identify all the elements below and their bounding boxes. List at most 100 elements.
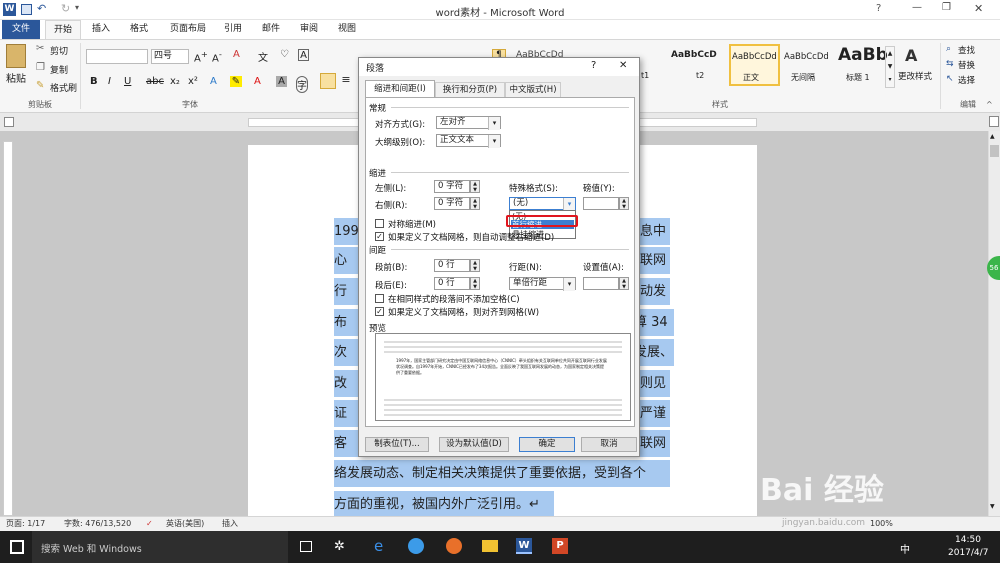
close-window-button[interactable]: ✕ [974,2,983,15]
word-counter[interactable]: 字数: 476/13,520 [64,517,131,531]
subscript-icon[interactable]: x₂ [170,76,180,87]
right-indent-input[interactable]: 0 字符 [434,197,470,210]
text-line-left[interactable]: 布了 [334,309,358,357]
right-indent-spinner[interactable]: ▲ ▼ [470,197,480,210]
tab-review[interactable]: 审阅 [292,20,326,39]
text-line-full[interactable]: 络发展动态、制定相关决策提供了重要依据，受到各个 [334,460,670,487]
dialog-close-icon[interactable]: ✕ [619,60,627,71]
tab-indents-spacing[interactable]: 缩进和间距(I) [365,80,435,97]
snap-grid-checkbox[interactable]: ✓ [375,307,384,316]
zoom-level[interactable]: 100% [870,517,893,531]
change-styles-icon[interactable]: A [905,46,923,65]
text-line-left[interactable]: 行业 [334,278,358,326]
text-effects-icon[interactable]: A [210,76,217,87]
paste-button[interactable]: 粘贴 [4,70,28,85]
format-painter-button[interactable]: 格式刷 [50,81,77,94]
collapse-ribbon-icon[interactable]: ^ [986,100,993,109]
brush-icon[interactable]: ✎ [36,80,44,91]
font-name-combo[interactable] [86,49,148,64]
text-line-left[interactable]: 证了 [334,400,358,448]
scroll-up-icon[interactable]: ▲ [990,133,995,140]
pinyin-icon[interactable]: 文 [258,49,268,64]
alignment-select[interactable]: 左对齐 ▾ [436,116,501,130]
text-line-right[interactable]: 联网 [640,430,670,457]
magnitude-input[interactable] [583,197,619,210]
char-shading-icon[interactable]: A [276,76,287,87]
text-line-right[interactable]: 动发 [640,278,670,305]
special-format-select[interactable]: (无) ▾ [509,197,576,211]
char-border-icon[interactable]: A [298,49,309,61]
text-line-left[interactable]: 次报 [334,339,358,387]
help-icon[interactable]: ? [876,3,881,14]
word-taskbar-icon[interactable]: W [516,538,532,554]
pinwheel-app-icon[interactable]: ✲ [334,539,345,554]
style-heading1-preview[interactable]: AaBb [838,45,888,65]
replace-button[interactable]: 替换 [958,59,975,71]
text-line-left[interactable]: 客观 [334,430,358,478]
select-button[interactable]: 选择 [958,74,975,86]
dialog-titlebar[interactable]: 段落 ? ✕ [359,58,639,76]
underline-icon[interactable]: U [124,76,131,87]
magnitude-spinner[interactable]: ▲ ▼ [619,197,629,210]
tab-mailings[interactable]: 邮件 [254,20,288,39]
text-line-right[interactable]: 联网 [640,247,670,274]
paste-icon[interactable] [6,44,26,68]
ok-button[interactable]: 确定 [519,437,575,452]
replace-icon[interactable]: ⇆ [946,59,954,69]
find-button[interactable]: 查找 [958,44,975,56]
gallery-scroll-icon[interactable]: ▲ ▼ ▾ [885,46,895,88]
style-t2-preview[interactable]: AaBbCcD [671,50,717,60]
scissors-icon[interactable]: ✂ [36,43,44,54]
italic-icon[interactable]: I [108,76,111,87]
text-line-right[interactable]: 息中 [640,218,670,245]
scroll-thumb[interactable] [990,145,999,157]
app-icon[interactable] [408,538,424,554]
select-icon[interactable]: ↖ [946,74,954,84]
windows-start-icon[interactable] [10,540,24,554]
view-ruler-icon[interactable] [989,116,999,127]
set-value-spinner[interactable]: ▲ ▼ [619,277,629,290]
powerpoint-icon[interactable]: P [552,538,568,554]
clock-date[interactable]: 2017/4/7 [948,548,988,558]
line-spacing-select[interactable]: 单倍行距 ▾ [509,277,576,291]
text-line-right[interactable]: 发展、 [634,339,674,366]
auto-adjust-checkbox[interactable]: ✓ [375,232,384,241]
copy-button[interactable]: 复制 [50,63,68,76]
text-line-right[interactable]: 算 34 [634,309,674,336]
clear-format-icon[interactable]: A [233,49,240,60]
text-line-left[interactable]: 心 [334,247,358,274]
chevron-down-icon[interactable]: ▾ [488,117,500,130]
restore-button[interactable]: ❐ [942,2,951,13]
minimize-button[interactable]: — [912,2,922,13]
tab-line-page-breaks[interactable]: 换行和分页(P) [435,82,505,97]
clock-time[interactable]: 14:50 [955,535,981,545]
mirror-indents-checkbox[interactable] [375,219,384,228]
left-indent-input[interactable]: 0 字符 [434,180,470,193]
scroll-down-icon[interactable]: ▼ [990,503,995,510]
find-icon[interactable]: ⌕ [946,44,951,54]
proofing-icon[interactable]: ✓ [146,517,153,531]
tab-format[interactable]: 格式 [122,20,156,39]
file-explorer-icon[interactable] [482,540,498,552]
tab-references[interactable]: 引用 [216,20,250,39]
chevron-down-icon[interactable]: ▾ [563,278,575,291]
edge-icon[interactable]: e [374,537,383,555]
no-space-checkbox[interactable] [375,294,384,303]
space-after-input[interactable]: 0 行 [434,277,470,290]
bold-icon[interactable]: B [90,76,98,87]
grow-font-icon[interactable]: A+ [194,49,208,64]
set-value-input[interactable] [583,277,619,290]
copy-icon[interactable]: ❐ [36,62,45,73]
tabs-button[interactable]: 制表位(T)... [365,437,429,452]
left-indent-spinner[interactable]: ▲ ▼ [470,180,480,193]
dialog-help-icon[interactable]: ? [591,60,596,71]
change-styles-button[interactable]: 更改样式 [898,70,932,82]
text-line-left[interactable]: 改变 [334,370,358,418]
text-line-left[interactable]: 199 [334,218,359,245]
phonetic-icon[interactable]: ♡ [280,49,289,60]
shrink-font-icon[interactable]: A- [212,49,222,64]
cancel-button[interactable]: 取消 [581,437,637,452]
outline-level-select[interactable]: 正文文本 ▾ [436,134,501,148]
style-nospacing-preview[interactable]: AaBbCcDd [784,52,829,62]
font-size-combo[interactable]: 四号 [151,49,189,64]
